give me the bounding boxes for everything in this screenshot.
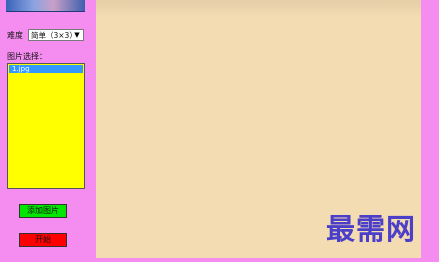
picture-select-label: 图片选择： bbox=[7, 52, 47, 61]
difficulty-label: 难度 bbox=[7, 31, 23, 40]
difficulty-select[interactable]: 简单（3×3） ▼ bbox=[28, 29, 84, 41]
list-item[interactable]: 1.jpg bbox=[9, 65, 83, 73]
start-button[interactable]: 开始 bbox=[19, 233, 67, 247]
picture-listbox[interactable]: 1.jpg bbox=[7, 63, 85, 189]
add-picture-button[interactable]: 添加图片 bbox=[19, 204, 67, 218]
difficulty-select-value: 简单（3×3） bbox=[31, 31, 77, 40]
chevron-down-icon[interactable]: ▼ bbox=[72, 31, 82, 39]
watermark-logo: 最需网 bbox=[326, 212, 417, 246]
preview-image bbox=[6, 0, 85, 12]
